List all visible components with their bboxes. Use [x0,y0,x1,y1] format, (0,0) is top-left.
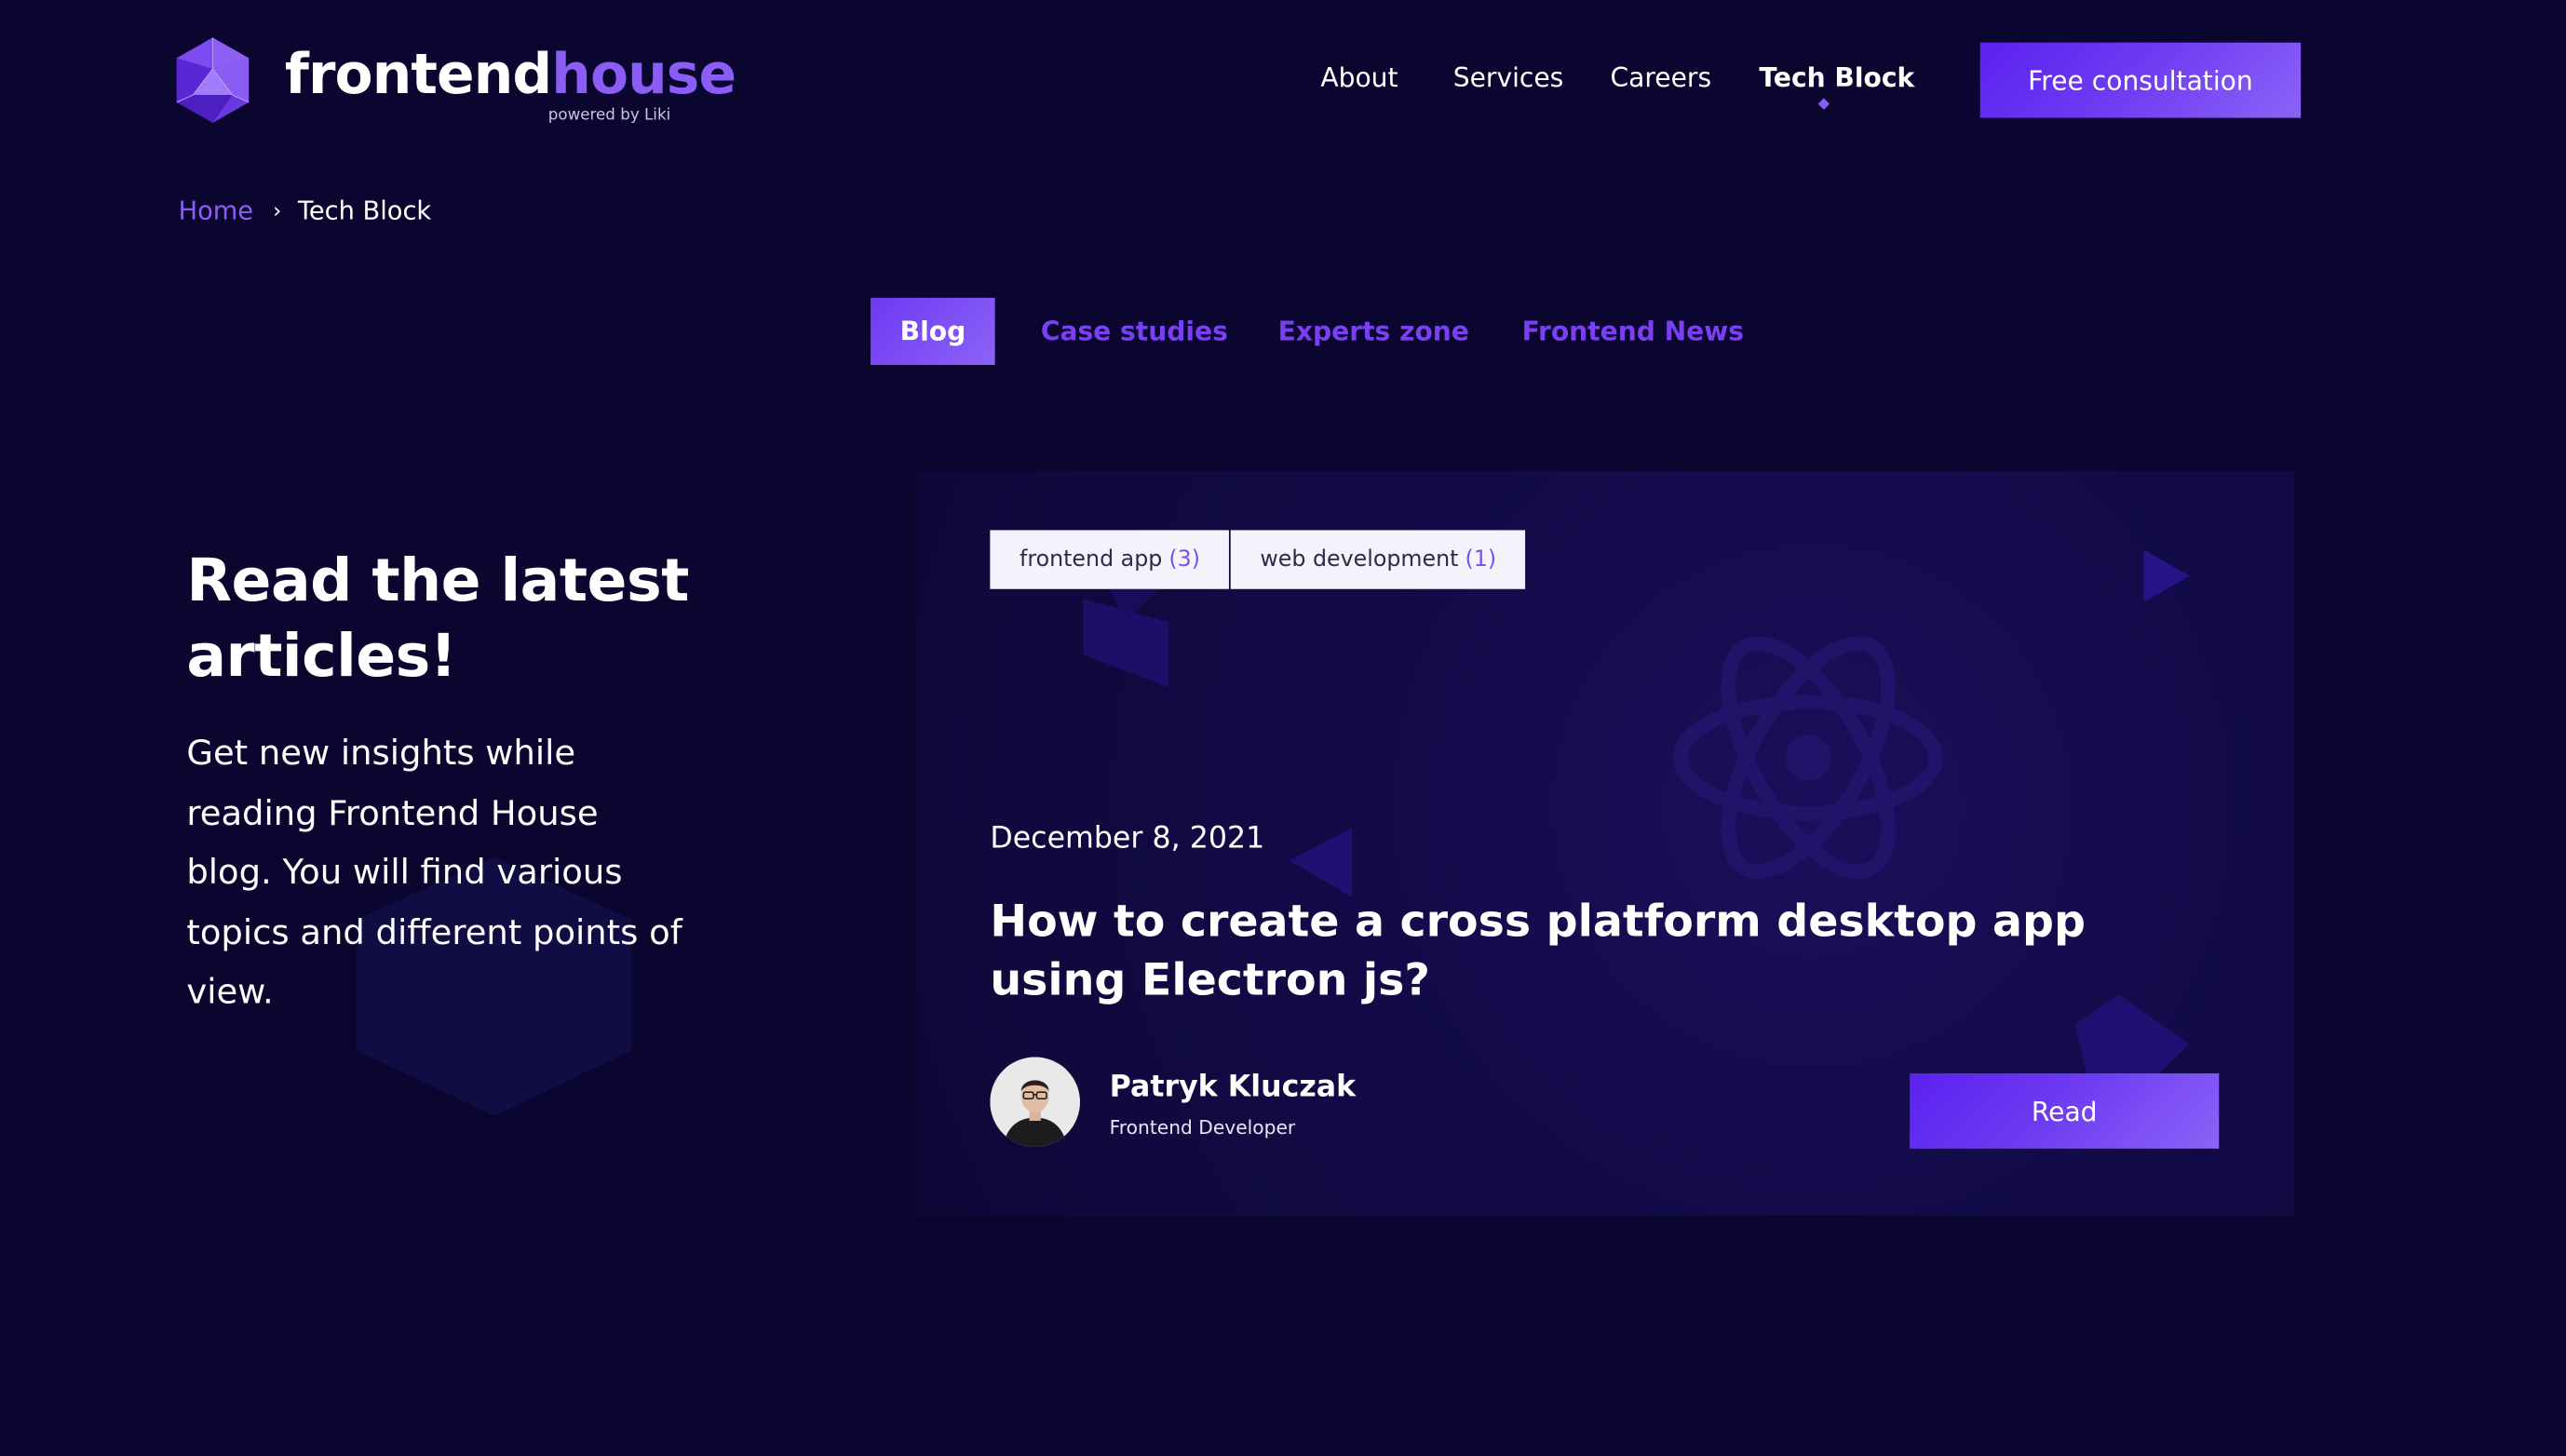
avatar [990,1057,1081,1148]
tag-frontend-app[interactable]: frontend app (3) [990,530,1230,589]
tag-web-development[interactable]: web development (1) [1230,530,1526,589]
intro-text: Get new insights while reading Frontend … [186,733,682,1012]
tab-experts-zone[interactable]: Experts zone [1278,298,1469,365]
nav-services[interactable]: Services [1453,62,1564,95]
breadcrumb-current: Tech Block [297,195,432,226]
tab-blog[interactable]: Blog [871,297,995,365]
nav-about[interactable]: About [1320,62,1398,95]
react-atom-icon [1673,636,1944,880]
intro-title: Read the latest articles! [186,547,689,691]
tab-case-studies[interactable]: Case studies [1041,298,1228,365]
nav-active-indicator [1817,98,1830,110]
breadcrumb: Home › Tech Block [179,193,432,229]
breadcrumb-home-link[interactable]: Home [179,196,253,226]
tag-frontend-app-label: frontend app [1019,546,1163,573]
tag-web-development-count: (1) [1465,546,1497,573]
nav-tech-block[interactable]: Tech Block [1759,62,1914,95]
chevron-right-icon: › [273,198,282,223]
tag-frontend-app-count: (3) [1168,546,1200,573]
tab-frontend-news[interactable]: Frontend News [1522,298,1744,365]
post-date: December 8, 2021 [990,821,1265,856]
page: frontendhouse powered by Liki About Serv… [0,0,2566,1456]
free-consultation-button[interactable]: Free consultation [1979,42,2302,118]
read-button[interactable]: Read [1910,1072,2220,1149]
author-name: Patryk Kluczak [1109,1070,1357,1105]
tag-web-development-label: web development [1260,546,1459,573]
nav-careers[interactable]: Careers [1610,62,1711,95]
avatar-photo [990,1057,1081,1148]
author-role: Frontend Developer [1109,1115,1296,1139]
post-title-link[interactable]: How to create a cross platform desktop a… [990,894,2135,1012]
featured-post-card: frontend app (3) web development (1) Decem… [916,471,2295,1216]
